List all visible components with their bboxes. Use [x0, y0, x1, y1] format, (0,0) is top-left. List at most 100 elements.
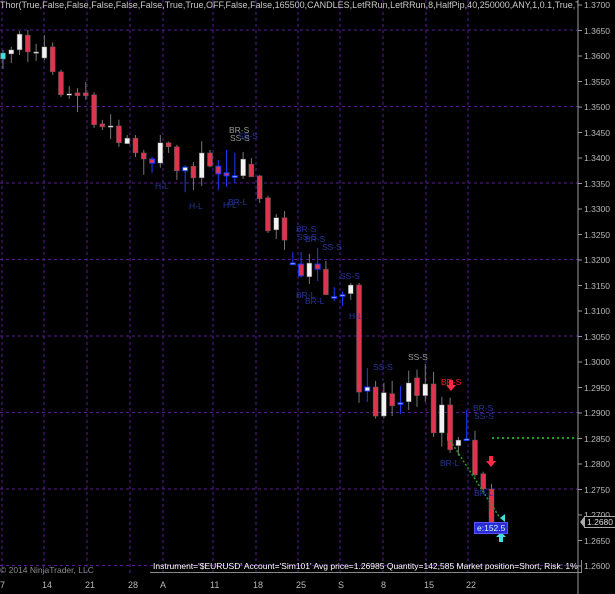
price-label: 1.2650 — [584, 535, 610, 546]
signal-label: H-L — [349, 311, 363, 321]
price-label: 1.3350 — [584, 178, 610, 189]
indicator-title: Thor(True,False,False,False,False,False,… — [0, 0, 578, 10]
candle-body — [397, 402, 404, 405]
candle-body — [381, 392, 387, 417]
signal-label: H-L — [189, 201, 203, 211]
signal-label: H-L — [155, 181, 169, 191]
candle-body — [207, 152, 213, 167]
chart-window: Thor(True,False,False,False,False,False,… — [0, 0, 615, 594]
candle-body — [331, 296, 338, 299]
candle-body — [256, 175, 263, 200]
candle-body — [463, 438, 470, 442]
date-label: S — [338, 580, 345, 590]
candle-body — [455, 439, 462, 446]
candle-body — [480, 473, 486, 490]
price-label: 1.3050 — [584, 331, 610, 342]
date-label: A — [160, 580, 167, 590]
candle-body — [265, 197, 271, 232]
price-label: 1.3200 — [584, 255, 610, 265]
candle-body — [215, 165, 222, 175]
candle-body — [116, 125, 122, 143]
price-label: 1.3150 — [584, 280, 610, 291]
candle-body — [49, 46, 56, 73]
candle-body — [165, 142, 172, 148]
candle-body — [99, 123, 106, 128]
date-label: 28 — [128, 580, 139, 590]
price-label: 1.2850 — [584, 433, 610, 444]
price-label: 1.3700 — [584, 0, 610, 10]
candle-body — [132, 137, 139, 154]
date-label: 14 — [42, 580, 53, 590]
date-label: 11 — [210, 580, 220, 590]
price-label: 1.3250 — [584, 229, 610, 240]
candle-body — [240, 158, 246, 177]
candle-body — [439, 404, 445, 434]
signal-label: BR-S — [441, 377, 462, 387]
candle-body — [74, 92, 81, 97]
candle-body — [174, 146, 180, 172]
price-label: 1.3500 — [584, 102, 610, 112]
candle-body — [430, 383, 437, 434]
signal-label: SS-S — [474, 411, 494, 421]
current-price-tag: 1.2680 — [584, 516, 615, 528]
price-label: 1.2600 — [584, 561, 610, 571]
candle-body — [372, 386, 379, 417]
copyright: © 2014 NinjaTrader, LLC — [0, 565, 94, 575]
date-label: 15 — [424, 580, 435, 590]
price-label: 1.3450 — [584, 127, 610, 138]
candle-body — [141, 152, 147, 160]
candle-body — [414, 377, 420, 396]
candle-body — [273, 217, 279, 231]
candle-body — [33, 51, 39, 54]
candle-body — [8, 49, 15, 55]
signal-label: SS-S — [408, 352, 428, 362]
candle-body — [298, 263, 305, 277]
candle-body — [248, 163, 255, 178]
candle-body — [281, 217, 288, 241]
price-label: 1.3100 — [584, 306, 610, 316]
price-label: 1.2900 — [584, 408, 610, 418]
candle-body — [198, 152, 205, 179]
signal-label: SS-S — [373, 362, 393, 372]
candle-body — [231, 175, 238, 178]
candle-body — [289, 262, 296, 266]
candle-body — [0, 52, 6, 60]
candle-body — [25, 34, 31, 53]
candle-body — [314, 263, 321, 270]
price-label: 1.2800 — [584, 459, 610, 469]
candle-body — [190, 165, 197, 179]
signal-label: SS-S — [322, 242, 342, 252]
candle-body — [348, 284, 354, 294]
candle-body — [124, 137, 130, 144]
trade-tag: e:152.5 — [474, 522, 509, 534]
date-label: 7 — [0, 580, 6, 590]
candle-body — [364, 386, 371, 392]
date-label: 8 — [381, 580, 387, 590]
signal-label: H-L — [223, 200, 237, 210]
date-label: 25 — [296, 580, 307, 590]
candle-body — [157, 142, 164, 164]
signal-label: BR-L — [440, 458, 460, 468]
candle-body — [422, 383, 429, 396]
candle-body — [389, 393, 395, 407]
candle-body — [447, 404, 453, 450]
price-label: 1.3600 — [584, 51, 610, 61]
price-label: 1.3000 — [584, 357, 610, 367]
signal-label: BR-L — [474, 488, 494, 498]
candle-body — [41, 46, 48, 59]
candle-body — [306, 262, 313, 278]
price-label: 1.3400 — [584, 153, 610, 163]
signal-label: SS-S — [340, 271, 360, 281]
candle-body — [182, 166, 189, 172]
candle-body — [339, 294, 346, 297]
signal-label: SS-S — [238, 131, 258, 141]
price-label: 1.3650 — [584, 25, 610, 36]
candle-body — [58, 71, 64, 96]
position-status: Instrument='$EURUSD' Account='Sim101' Av… — [150, 560, 582, 573]
candle-body — [66, 93, 72, 96]
signal-label: BR-L — [305, 296, 325, 306]
price-label: 1.2950 — [584, 382, 610, 393]
candle-body — [405, 382, 412, 403]
candle-body — [356, 284, 362, 393]
candle-body — [83, 92, 89, 97]
